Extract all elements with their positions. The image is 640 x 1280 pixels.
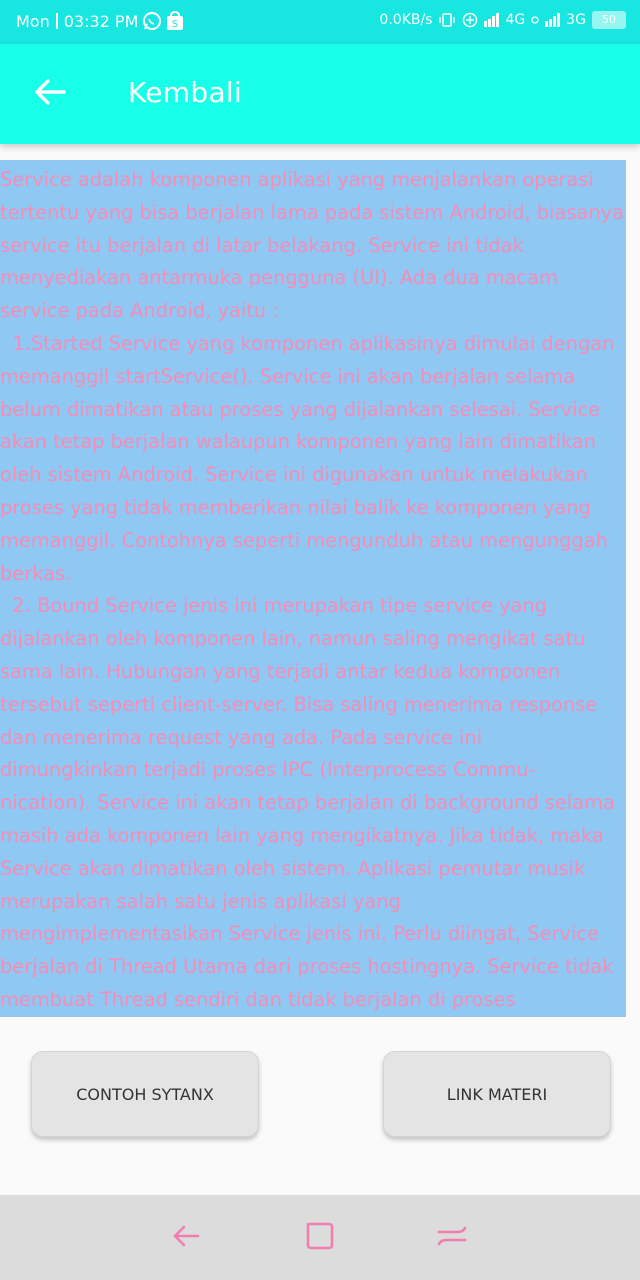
- app-bar: Kembali: [0, 44, 640, 144]
- shopping-bag-icon: S: [166, 11, 184, 31]
- contoh-sytanx-button[interactable]: CONTOH SYTANX: [31, 1051, 259, 1137]
- status-right: 0.0KB/s 4G 3G 50: [379, 11, 626, 29]
- network-type-1: 4G: [505, 12, 526, 28]
- battery-icon: 50: [592, 11, 626, 29]
- status-day: Mon: [16, 11, 50, 31]
- svg-text:S: S: [172, 19, 178, 30]
- status-divider: [55, 13, 58, 29]
- data-saver-icon: [462, 12, 478, 28]
- status-left: Mon 03:32 PM S: [16, 11, 184, 31]
- content-text: Service adalah komponen aplikasi yang me…: [0, 168, 624, 1011]
- signal-icon: [484, 13, 500, 27]
- signal-icon: [545, 13, 561, 27]
- nav-home-button[interactable]: [295, 1213, 345, 1263]
- whatsapp-icon: [142, 11, 162, 31]
- vibrate-icon: [438, 12, 456, 28]
- back-icon: [170, 1220, 202, 1256]
- nav-back-button[interactable]: [161, 1213, 211, 1263]
- arrow-left-icon: [33, 77, 67, 111]
- back-button[interactable]: [24, 70, 76, 118]
- dot-icon: [531, 16, 539, 24]
- link-materi-button[interactable]: LINK MATERI: [383, 1051, 611, 1137]
- page-title: Kembali: [128, 76, 243, 109]
- net-speed: 0.0KB/s: [379, 12, 433, 28]
- status-time: 03:32 PM: [63, 11, 139, 31]
- status-bar: Mon 03:32 PM S 0.0KB/s 4G 3G 50: [0, 0, 640, 44]
- network-type-2: 3G: [566, 12, 586, 28]
- recent-apps-icon: [436, 1220, 468, 1256]
- navigation-bar: [0, 1195, 640, 1280]
- content-text-area[interactable]: Service adalah komponen aplikasi yang me…: [0, 160, 626, 1017]
- nav-recent-button[interactable]: [427, 1213, 477, 1263]
- home-icon: [304, 1220, 336, 1256]
